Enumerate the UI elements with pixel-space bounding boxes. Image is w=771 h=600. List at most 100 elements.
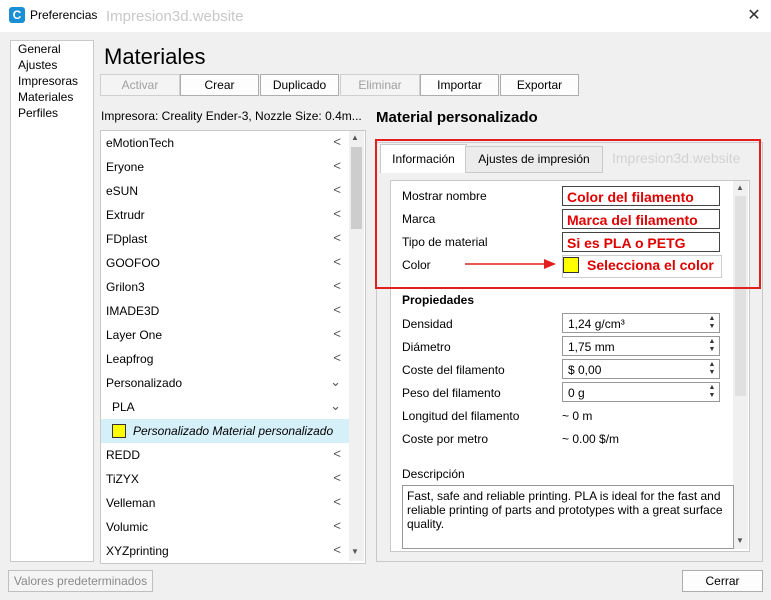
chevron-left-icon: < bbox=[333, 446, 341, 461]
longitud-label: Longitud del filamento bbox=[402, 409, 520, 423]
chevron-left-icon: < bbox=[333, 470, 341, 485]
list-item[interactable]: Volumic < bbox=[101, 515, 349, 539]
peso-value: 0 g bbox=[568, 386, 585, 400]
diametro-label: Diámetro bbox=[402, 340, 451, 354]
list-item[interactable]: PLA ⌄ bbox=[101, 395, 349, 419]
list-item-label: Layer One bbox=[106, 328, 163, 342]
list-item[interactable]: TiZYX < bbox=[101, 467, 349, 491]
chevron-left-icon: < bbox=[333, 230, 341, 245]
scroll-down-icon[interactable]: ▼ bbox=[351, 547, 359, 556]
sidebar-item-general[interactable]: General bbox=[18, 42, 61, 57]
coste-spinbox[interactable]: $ 0,00 ▲ ▼ bbox=[562, 359, 720, 379]
coste-value: $ 0,00 bbox=[568, 363, 602, 377]
list-item-label: Extrudr bbox=[106, 208, 145, 222]
chevron-left-icon: < bbox=[333, 542, 341, 557]
app-icon: C bbox=[9, 7, 25, 23]
chevron-left-icon: < bbox=[333, 326, 341, 341]
list-item[interactable]: Layer One < bbox=[101, 323, 349, 347]
list-item-label: REDD bbox=[106, 448, 141, 462]
description-text: Fast, safe and reliable printing. PLA is… bbox=[407, 489, 723, 531]
spin-arrows-icon[interactable]: ▲ ▼ bbox=[706, 361, 718, 377]
densidad-value: 1,24 g/cm³ bbox=[568, 317, 625, 331]
peso-label: Peso del filamento bbox=[402, 386, 501, 400]
sidebar-item-perfiles[interactable]: Perfiles bbox=[18, 106, 58, 121]
color-swatch bbox=[112, 424, 126, 438]
preferences-sidebar: General Ajustes Impresoras Materiales Pe… bbox=[10, 40, 94, 562]
diametro-value: 1,75 mm bbox=[568, 340, 615, 354]
coste-metro-value: ~ 0.00 $/m bbox=[562, 432, 620, 446]
chevron-left-icon: < bbox=[333, 182, 341, 197]
list-item-label: FDplast bbox=[106, 232, 148, 246]
exportar-button[interactable]: Exportar bbox=[500, 74, 579, 96]
printer-info: Impresora: Creality Ender-3, Nozzle Size… bbox=[101, 109, 362, 123]
densidad-spinbox[interactable]: 1,24 g/cm³ ▲ ▼ bbox=[562, 313, 720, 333]
spin-arrows-icon[interactable]: ▲ ▼ bbox=[706, 315, 718, 331]
list-item[interactable]: FDplast < bbox=[101, 227, 349, 251]
chevron-left-icon: < bbox=[333, 158, 341, 173]
list-item[interactable]: eMotionTech < bbox=[101, 131, 349, 155]
chevron-left-icon: < bbox=[333, 134, 341, 149]
chevron-left-icon: < bbox=[333, 494, 341, 509]
list-scrollbar-thumb[interactable] bbox=[351, 147, 362, 229]
sidebar-item-impresoras[interactable]: Impresoras bbox=[18, 74, 78, 89]
list-item[interactable]: GOOFOO < bbox=[101, 251, 349, 275]
sidebar-item-materiales[interactable]: Materiales bbox=[18, 90, 73, 105]
properties-heading: Propiedades bbox=[402, 293, 475, 307]
list-item[interactable]: Leapfrog < bbox=[101, 347, 349, 371]
spin-arrows-icon[interactable]: ▲ ▼ bbox=[706, 384, 718, 400]
scroll-down-icon[interactable]: ▼ bbox=[736, 536, 744, 545]
chevron-left-icon: < bbox=[333, 254, 341, 269]
list-item-label: GOOFOO bbox=[106, 256, 160, 270]
chevron-down-icon: ⌄ bbox=[330, 398, 341, 413]
peso-spinbox[interactable]: 0 g ▲ ▼ bbox=[562, 382, 720, 402]
panel-title: Material personalizado bbox=[376, 109, 538, 126]
list-item[interactable]: REDD < bbox=[101, 443, 349, 467]
list-item[interactable]: Personalizado ⌄ bbox=[101, 371, 349, 395]
chevron-left-icon: < bbox=[333, 278, 341, 293]
list-item-selected[interactable]: Personalizado Material personalizado bbox=[101, 419, 349, 443]
chevron-left-icon: < bbox=[333, 206, 341, 221]
description-heading: Descripción bbox=[402, 467, 465, 481]
list-item[interactable]: XYZprinting < bbox=[101, 539, 349, 563]
annotation-highlight bbox=[375, 139, 761, 289]
close-button[interactable]: Cerrar bbox=[682, 570, 763, 592]
page-title: Materiales bbox=[104, 44, 206, 69]
sidebar-item-ajustes[interactable]: Ajustes bbox=[18, 58, 57, 73]
list-item-label: Velleman bbox=[106, 496, 156, 510]
chevron-left-icon: < bbox=[333, 518, 341, 533]
list-item-label: Grilon3 bbox=[106, 280, 145, 294]
duplicado-button[interactable]: Duplicado bbox=[260, 74, 339, 96]
list-item[interactable]: Eryone < bbox=[101, 155, 349, 179]
list-item[interactable]: eSUN < bbox=[101, 179, 349, 203]
list-item-label: Personalizado Material personalizado bbox=[133, 424, 334, 438]
list-item-label: Leapfrog bbox=[106, 352, 154, 366]
diametro-spinbox[interactable]: 1,75 mm ▲ ▼ bbox=[562, 336, 720, 356]
list-item[interactable]: Extrudr < bbox=[101, 203, 349, 227]
longitud-value: ~ 0 m bbox=[562, 409, 593, 423]
list-item[interactable]: IMADE3D < bbox=[101, 299, 349, 323]
crear-button[interactable]: Crear bbox=[180, 74, 259, 96]
coste-metro-label: Coste por metro bbox=[402, 432, 489, 446]
activar-button[interactable]: Activar bbox=[100, 74, 180, 96]
scroll-up-icon[interactable]: ▲ bbox=[351, 133, 359, 142]
list-item-label: Eryone bbox=[106, 160, 145, 174]
densidad-label: Densidad bbox=[402, 317, 453, 331]
list-item-label: eSUN bbox=[106, 184, 139, 198]
material-list: eMotionTech < Eryone < eSUN < Extrudr < FDpl… bbox=[100, 130, 366, 564]
chevron-left-icon: < bbox=[333, 350, 341, 365]
list-item[interactable]: Velleman < bbox=[101, 491, 349, 515]
spin-arrows-icon[interactable]: ▲ ▼ bbox=[706, 338, 718, 354]
defaults-button[interactable]: Valores predeterminados bbox=[8, 570, 153, 592]
list-item-label: PLA bbox=[112, 400, 135, 414]
close-icon[interactable]: ✕ bbox=[744, 5, 764, 25]
list-item-label: TiZYX bbox=[106, 472, 139, 486]
window-title: Preferencias bbox=[30, 8, 98, 22]
coste-label: Coste del filamento bbox=[402, 363, 505, 377]
list-item-label: XYZprinting bbox=[106, 544, 169, 558]
list-item-label: eMotionTech bbox=[106, 136, 175, 150]
chevron-down-icon: ⌄ bbox=[330, 374, 341, 389]
chevron-left-icon: < bbox=[333, 302, 341, 317]
list-item[interactable]: Grilon3 < bbox=[101, 275, 349, 299]
eliminar-button[interactable]: Eliminar bbox=[340, 74, 420, 96]
importar-button[interactable]: Importar bbox=[420, 74, 499, 96]
